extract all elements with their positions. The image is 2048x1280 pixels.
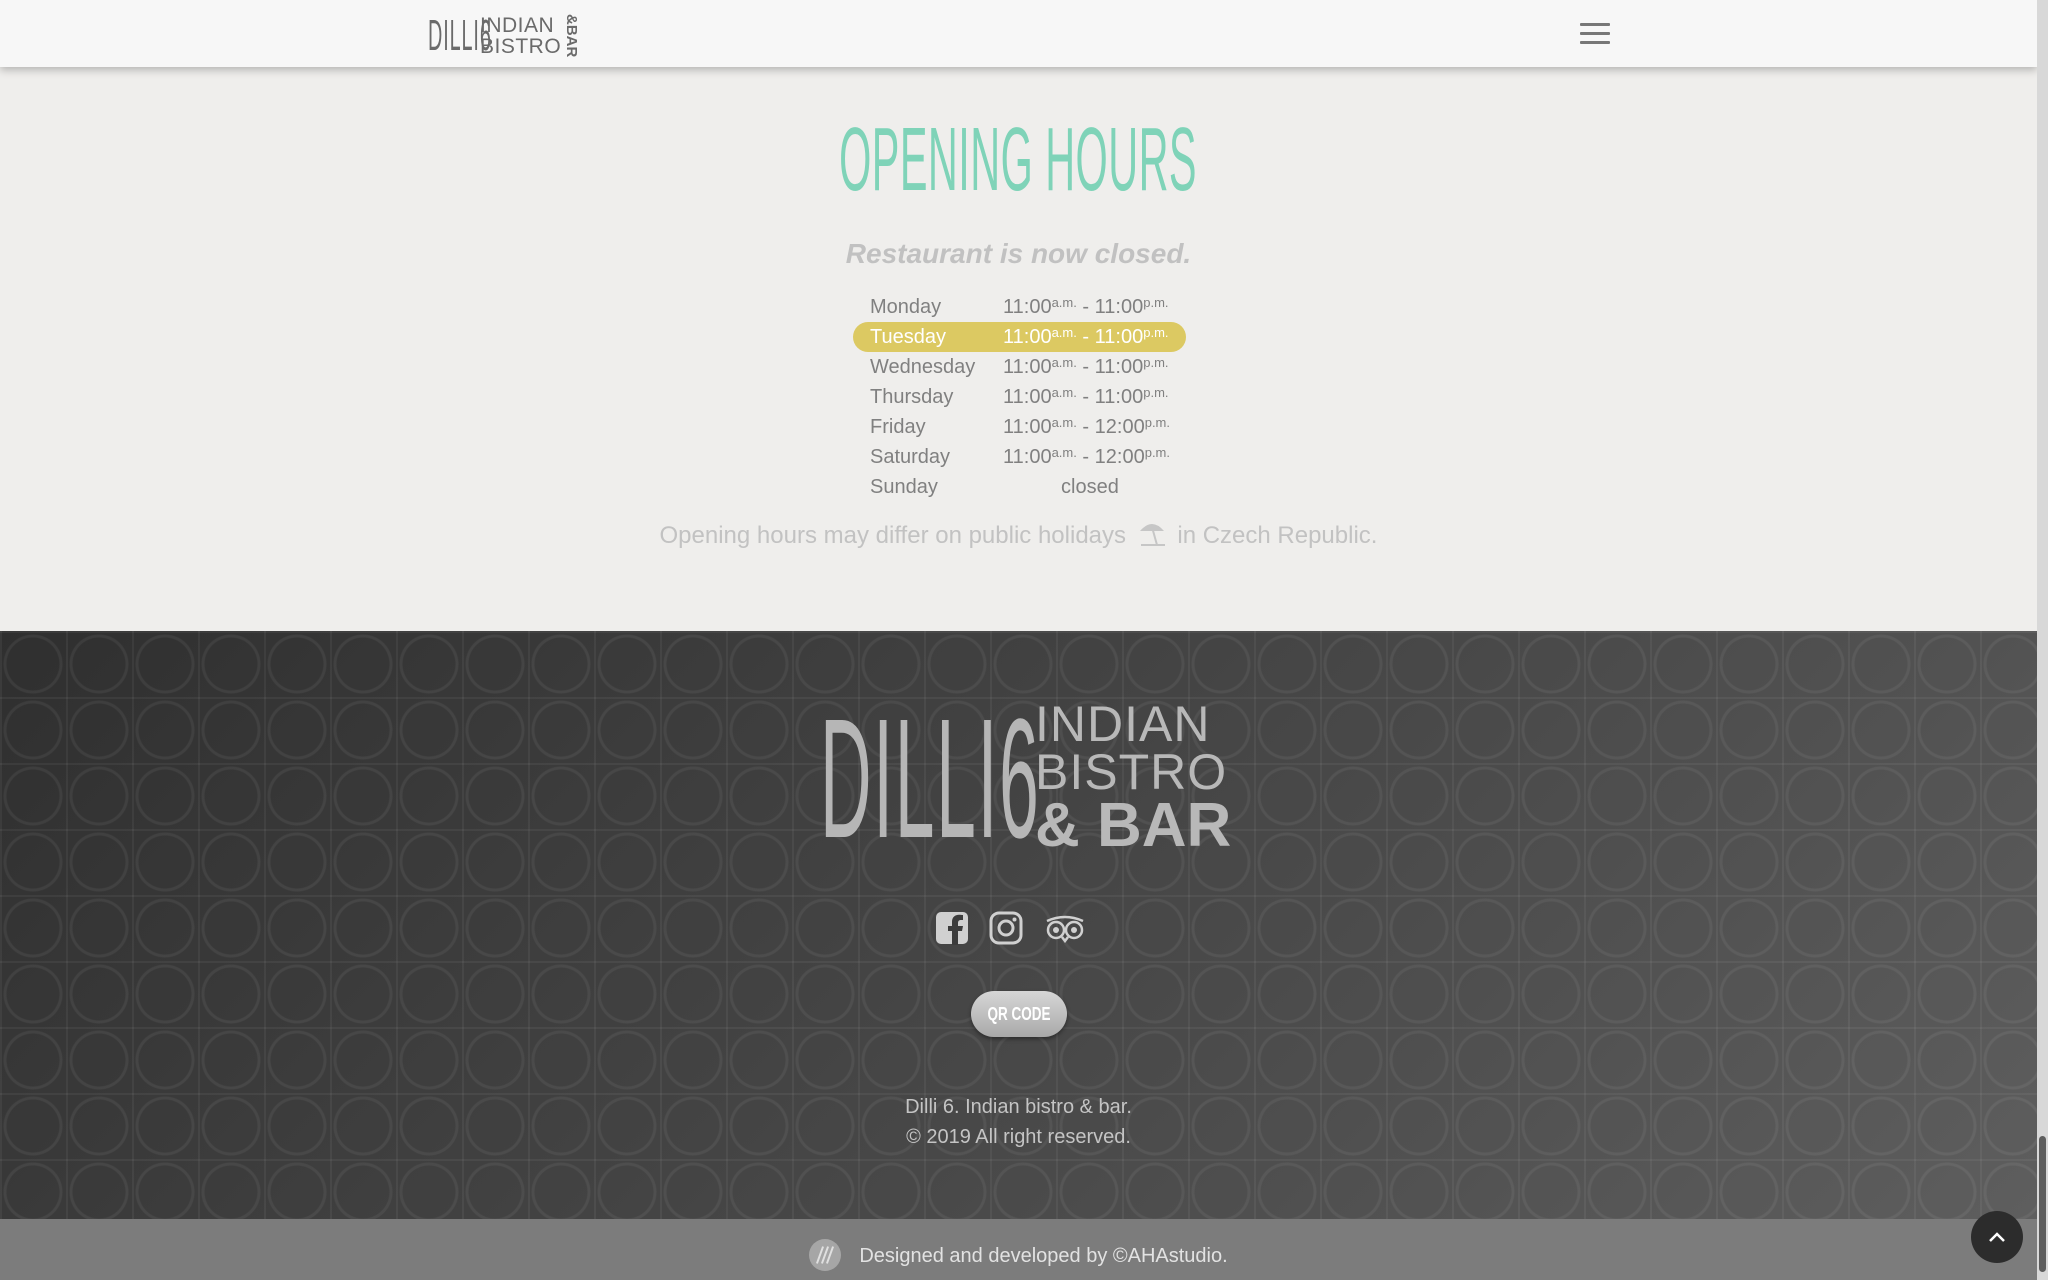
page-scrollbar[interactable] [2037,0,2048,1280]
hamburger-icon[interactable] [1580,16,1610,50]
footer-logo-indian: INDIAN [1035,696,1211,752]
time-range: 11:00a.m. - 11:00p.m. [1003,325,1169,348]
facebook-icon[interactable] [935,911,969,945]
logo-indian: INDIAN [480,14,555,37]
credit-line: Designed and developed by ©AHAstudio. [0,1239,2037,1271]
footer-logo-dilli6: DILLI6 [820,684,1041,874]
footer-copyright: Dilli 6. Indian bistro & bar. © 2019 All… [0,1092,2037,1152]
site-header: DILLI6 INDIAN BISTRO &BAR [0,0,2037,67]
holiday-note: Opening hours may differ on public holid… [659,522,1378,549]
credits-bar: Designed and developed by ©AHAstudio. [0,1219,2037,1280]
footer-logo-bar: & BAR [1035,791,1232,860]
hours-row-tuesday-today: Tuesday 11:00a.m. - 11:00p.m. [853,322,1186,352]
time-range: 11:00a.m. - 11:00p.m. [1003,385,1169,408]
time-range: 11:00a.m. - 12:00p.m. [1003,445,1171,468]
hours-row-monday: Monday 11:00a.m. - 11:00p.m. [853,292,1186,322]
hours-table: Monday 11:00a.m. - 11:00p.m. Tuesday 11:… [853,292,1186,502]
scroll-to-top-button[interactable] [1971,1211,2023,1263]
hours-row-friday: Friday 11:00a.m. - 12:00p.m. [853,412,1186,442]
hours-row-wednesday: Wednesday 11:00a.m. - 11:00p.m. [853,352,1186,382]
hours-row-sunday: Sunday closed [853,472,1186,502]
footer-logo: DILLI6 INDIAN BISTRO & BAR [820,684,1231,874]
time-range: 11:00a.m. - 11:00p.m. [1003,295,1169,318]
hours-row-saturday: Saturday 11:00a.m. - 12:00p.m. [853,442,1186,472]
hours-row-thursday: Thursday 11:00a.m. - 11:00p.m. [853,382,1186,412]
ahastudio-logo-icon[interactable] [809,1239,842,1271]
closed-label: closed [1061,476,1119,498]
site-footer: DILLI6 INDIAN BISTRO & BAR QR CODE Dilli… [0,631,2037,1219]
day-label: Saturday [870,446,951,468]
chevron-up-icon [1989,1232,2005,1242]
logo-bistro: BISTRO [480,35,562,58]
day-label: Wednesday [870,356,976,378]
header-logo[interactable]: DILLI6 INDIAN BISTRO &BAR [428,14,580,58]
qr-code-button[interactable]: QR CODE [971,991,1067,1037]
time-range: 11:00a.m. - 12:00p.m. [1003,415,1171,438]
logo-words: INDIAN BISTRO [480,15,561,57]
day-label: Friday [870,416,926,438]
opening-hours-title: OPENING HOURS [839,110,1198,210]
day-label: Monday [870,296,942,318]
day-label: Sunday [870,476,938,498]
restaurant-status: Restaurant is now closed. [845,238,1192,269]
logo-dilli6: DILLI6 [428,11,492,60]
instagram-icon[interactable] [989,911,1023,945]
day-label: Thursday [870,386,954,408]
tripadvisor-icon[interactable] [1043,913,1087,943]
footer-logo-bistro: BISTRO [1035,744,1228,800]
credit-text[interactable]: Designed and developed by ©AHAstudio. [859,1245,1227,1267]
scrollbar-thumb[interactable] [2039,1136,2046,1272]
time-range: 11:00a.m. - 11:00p.m. [1003,355,1169,378]
footer-rights: © 2019 All right reserved. [906,1126,1131,1148]
day-label: Tuesday [870,326,946,348]
beach-umbrella-icon [1139,524,1165,546]
social-links [935,911,1087,945]
logo-and-bar: &BAR [563,14,581,58]
footer-tagline: Dilli 6. Indian bistro & bar. [905,1096,1132,1118]
